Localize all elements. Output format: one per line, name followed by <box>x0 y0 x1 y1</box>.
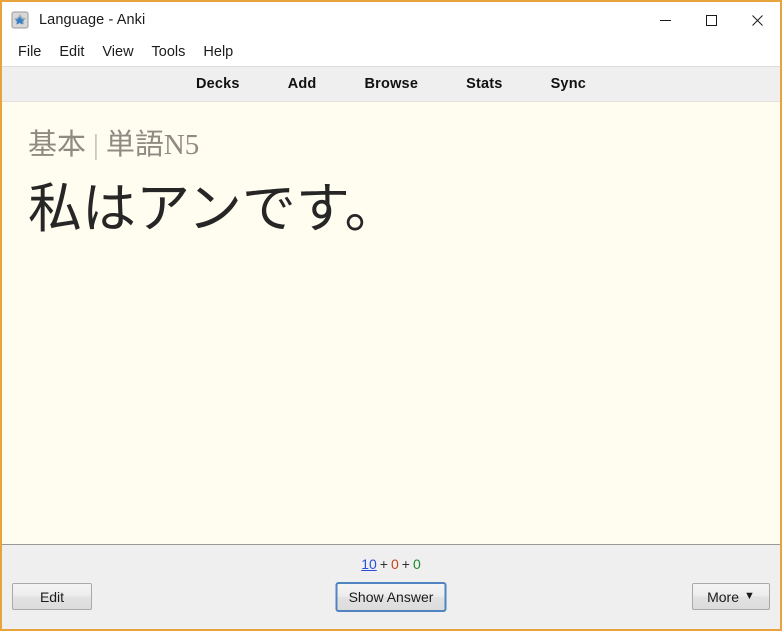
menu-item-help[interactable]: Help <box>194 41 242 63</box>
nav-link-add[interactable]: Add <box>264 72 341 96</box>
menu-item-view[interactable]: View <box>93 41 142 63</box>
count-due: 0 <box>412 556 421 572</box>
maximize-button[interactable] <box>688 2 734 38</box>
top-navigation-toolbar: Decks Add Browse Stats Sync <box>2 66 780 102</box>
nav-link-stats[interactable]: Stats <box>442 72 526 96</box>
edit-button-label: Edit <box>39 588 65 605</box>
window-controls <box>642 2 780 38</box>
nav-link-sync[interactable]: Sync <box>527 72 610 96</box>
nav-link-decks[interactable]: Decks <box>172 72 264 96</box>
anki-main-window: Language - Anki File Edit View Tools Hel… <box>0 0 782 631</box>
more-button-label: More <box>707 588 739 605</box>
menu-item-tools[interactable]: Tools <box>143 41 195 63</box>
anki-app-icon <box>11 11 29 29</box>
title-bar: Language - Anki <box>2 2 780 38</box>
count-separator-2: + <box>401 556 410 572</box>
deck-child-name: 単語N5 <box>105 129 200 161</box>
edit-button[interactable]: Edit <box>12 583 92 610</box>
window-title: Language - Anki <box>39 12 146 28</box>
menu-bar: File Edit View Tools Help <box>2 38 780 66</box>
show-answer-button-label: Show Answer <box>348 589 434 605</box>
show-answer-button[interactable]: Show Answer <box>335 582 447 612</box>
count-new[interactable]: 10 <box>361 556 377 572</box>
deck-parent-name: 基本 <box>28 129 87 161</box>
minimize-icon <box>659 19 671 21</box>
reviewer-card-area: 基本 | 単語N5 私はアンです。 <box>2 102 780 544</box>
reviewer-bottom-bar: 10 +0 +0 Edit Show Answer More ▼ <box>2 544 780 629</box>
minimize-button[interactable] <box>642 2 688 38</box>
chevron-down-icon: ▼ <box>744 590 755 602</box>
menu-item-file[interactable]: File <box>9 41 50 63</box>
maximize-icon <box>705 14 717 26</box>
menu-item-edit[interactable]: Edit <box>50 41 93 63</box>
card-counts: 10 +0 +0 <box>2 556 780 572</box>
more-button[interactable]: More ▼ <box>692 583 770 610</box>
close-icon <box>751 14 763 26</box>
close-button[interactable] <box>734 2 780 38</box>
card-question-text: 私はアンです。 <box>28 178 399 239</box>
deck-breadcrumb-separator: | <box>93 129 99 161</box>
count-learning: 0 <box>390 556 399 572</box>
nav-link-browse[interactable]: Browse <box>341 72 443 96</box>
count-separator-1: + <box>379 556 388 572</box>
deck-breadcrumb: 基本 | 単語N5 <box>28 129 754 162</box>
